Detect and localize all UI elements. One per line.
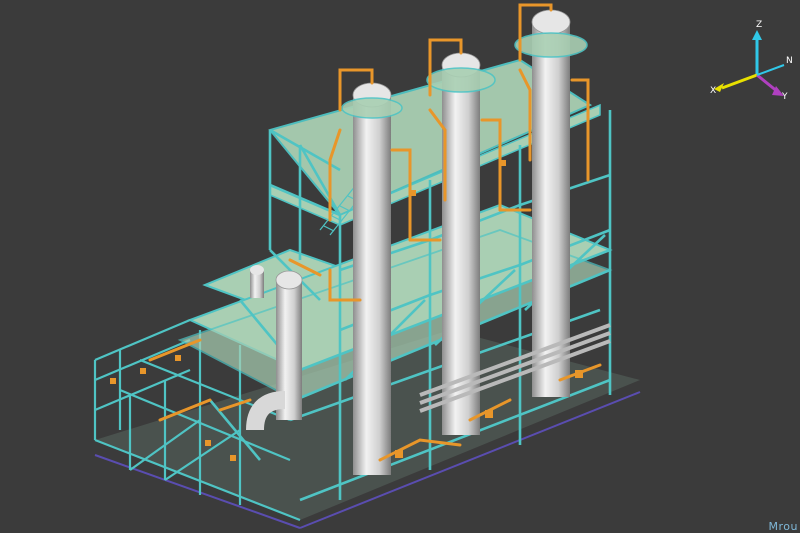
- x-axis-arrow: [721, 73, 758, 90]
- z-axis-label: Z: [756, 20, 763, 30]
- watermark-text: Mrou: [768, 520, 798, 533]
- plant-3d-model[interactable]: [0, 0, 800, 533]
- 3d-viewport[interactable]: Z X Y N Mrou: [0, 0, 800, 533]
- y-axis-label: Y: [782, 92, 788, 102]
- orientation-triad: Z X Y N: [700, 20, 800, 120]
- x-axis-label: X: [710, 86, 717, 96]
- north-arrow: [756, 64, 785, 76]
- triad-svg: [714, 30, 785, 96]
- north-label: N: [786, 56, 793, 66]
